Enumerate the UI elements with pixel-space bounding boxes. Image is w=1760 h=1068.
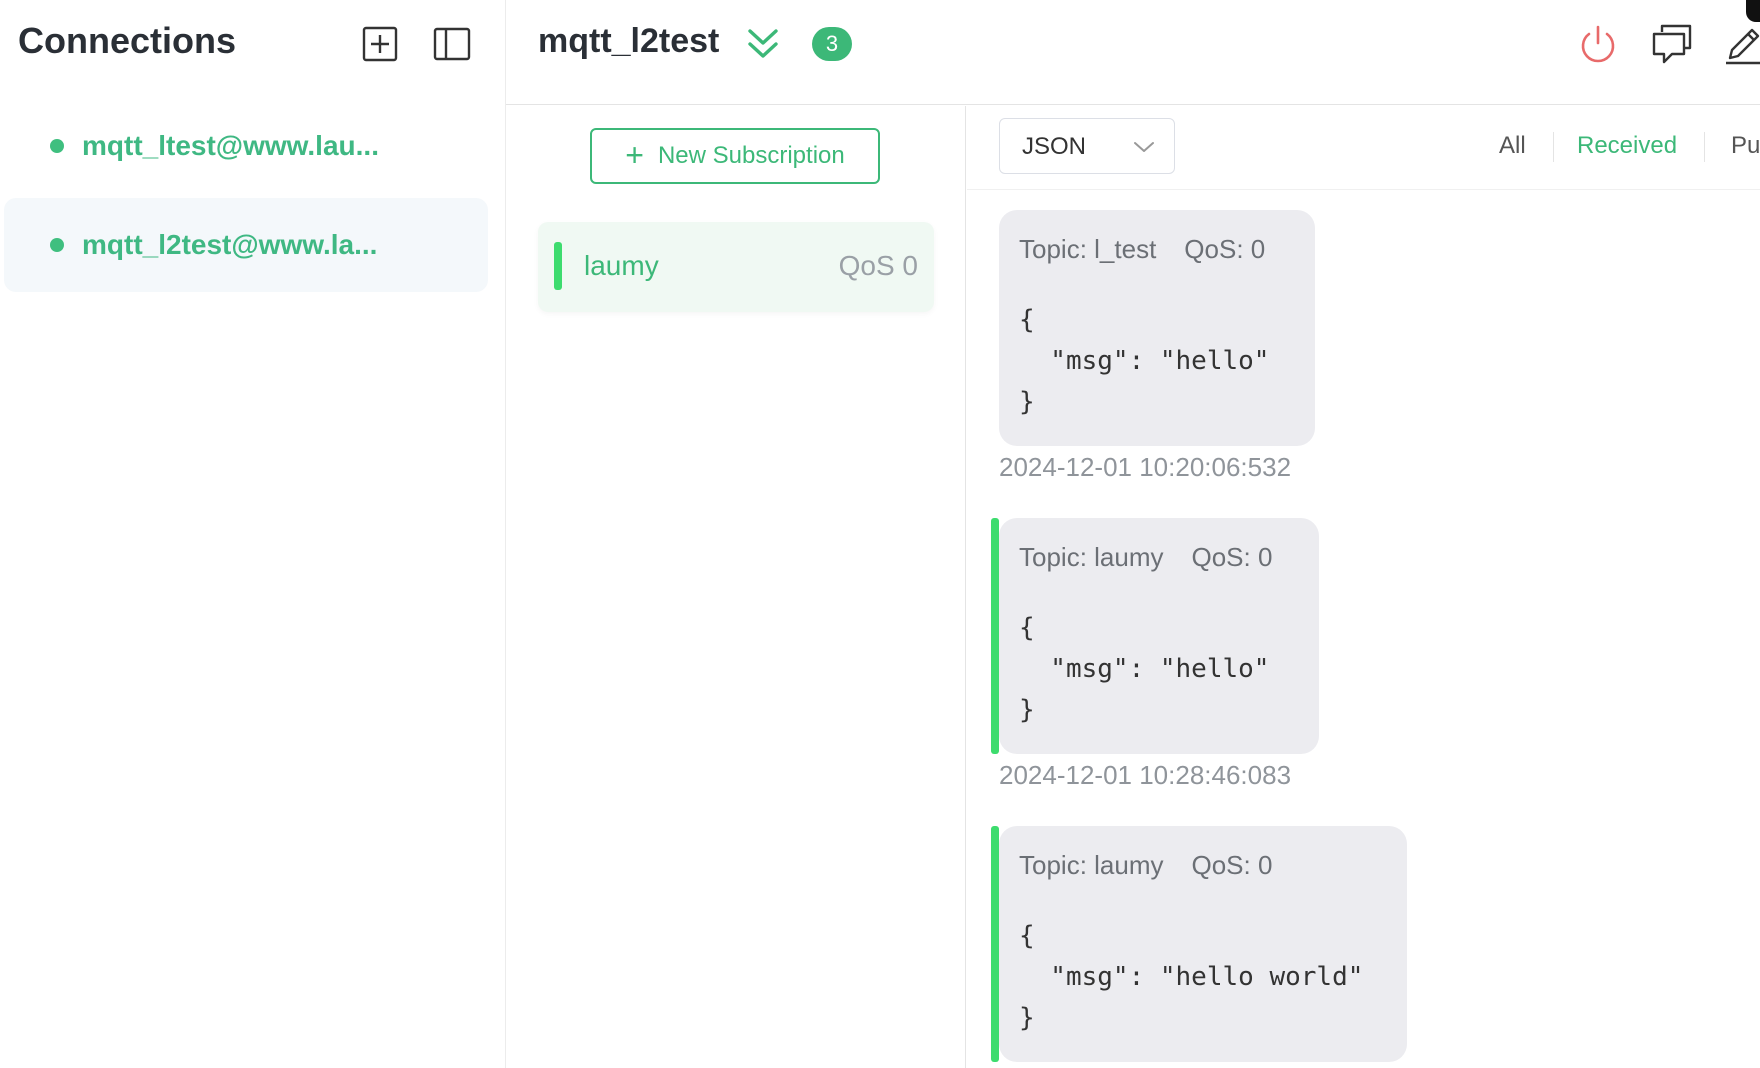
window-corner-mark xyxy=(1746,0,1760,22)
sidebar-title: Connections xyxy=(18,20,237,61)
new-connection-icon[interactable] xyxy=(358,22,402,66)
disconnect-icon[interactable] xyxy=(1576,22,1620,66)
message-topic: Topic: laumy xyxy=(1019,850,1164,880)
messages-panel: JSON All Received Pu Topic: l_test QoS: 0… xyxy=(967,106,1760,1068)
message-qos: QoS: 0 xyxy=(1191,542,1273,572)
filter-tab-received[interactable]: Received xyxy=(1577,132,1677,160)
payload-format-value: JSON xyxy=(1022,133,1087,160)
message-timestamp: 2024-12-01 10:28:46:083 xyxy=(999,760,1292,790)
connected-status-dot xyxy=(50,238,64,252)
subscription-qos: QoS 0 xyxy=(838,250,918,281)
connected-status-dot xyxy=(50,139,64,153)
subscription-color-bar xyxy=(991,826,999,1062)
connection-header: mqtt_l2test 3 xyxy=(506,0,1760,105)
filter-divider xyxy=(1553,132,1554,162)
connection-title: mqtt_l2test xyxy=(538,22,720,60)
subscription-item[interactable]: laumy QoS 0 xyxy=(538,222,934,312)
subscriptions-panel: + New Subscription laumy QoS 0 xyxy=(506,106,966,1068)
message-meta: Topic: l_test QoS: 0 xyxy=(1019,234,1265,265)
message-meta: Topic: laumy QoS: 0 xyxy=(1019,542,1272,573)
payload-format-select[interactable]: JSON xyxy=(999,118,1175,174)
message-meta: Topic: laumy QoS: 0 xyxy=(1019,850,1272,881)
message-payload: { "msg": "hello" } xyxy=(1019,613,1270,725)
connections-sidebar: Connections mqtt_ltest@www.lau... mqtt_l… xyxy=(0,0,506,1068)
new-window-icon[interactable] xyxy=(1650,22,1694,66)
messages-toolbar: JSON All Received Pu xyxy=(967,106,1760,190)
plus-icon: + xyxy=(625,136,644,173)
connection-label: mqtt_l2test@www.la... xyxy=(82,229,378,260)
mqttx-window: Connections mqtt_ltest@www.lau... mqtt_l… xyxy=(0,0,1760,1068)
toggle-sidebar-icon[interactable] xyxy=(430,22,474,66)
subscription-topic: laumy xyxy=(584,250,659,281)
new-subscription-label: New Subscription xyxy=(657,142,845,169)
connection-item-l2test[interactable]: mqtt_l2test@www.la... xyxy=(4,198,488,292)
filter-tab-all[interactable]: All xyxy=(1499,132,1526,160)
message-topic: Topic: l_test xyxy=(1019,234,1157,264)
filter-divider xyxy=(1704,132,1705,162)
message-topic: Topic: laumy xyxy=(1019,542,1164,572)
subscription-color-bar xyxy=(991,518,999,754)
filter-tab-published[interactable]: Pu xyxy=(1731,132,1760,160)
collapse-chevron-icon[interactable] xyxy=(746,26,780,62)
message-payload: { "msg": "hello world" } xyxy=(1019,921,1364,1033)
message-timestamp: 2024-12-01 10:20:06:532 xyxy=(999,452,1292,482)
edit-icon[interactable] xyxy=(1722,22,1760,66)
message-qos: QoS: 0 xyxy=(1191,850,1273,880)
message-card[interactable]: Topic: laumy QoS: 0 { "msg": "hello" } xyxy=(991,518,1319,754)
message-count-badge: 3 xyxy=(812,27,852,61)
chevron-down-icon xyxy=(1134,142,1154,152)
connection-item-ltest[interactable]: mqtt_ltest@www.lau... xyxy=(4,99,488,193)
new-subscription-button[interactable]: + New Subscription xyxy=(590,128,880,184)
message-payload: { "msg": "hello" } xyxy=(1019,305,1270,417)
subscription-color-bar xyxy=(554,242,562,290)
message-card[interactable]: Topic: l_test QoS: 0 { "msg": "hello" } xyxy=(999,210,1315,446)
message-card[interactable]: Topic: laumy QoS: 0 { "msg": "hello world… xyxy=(991,826,1407,1062)
connection-label: mqtt_ltest@www.lau... xyxy=(82,130,379,161)
message-qos: QoS: 0 xyxy=(1184,234,1266,264)
